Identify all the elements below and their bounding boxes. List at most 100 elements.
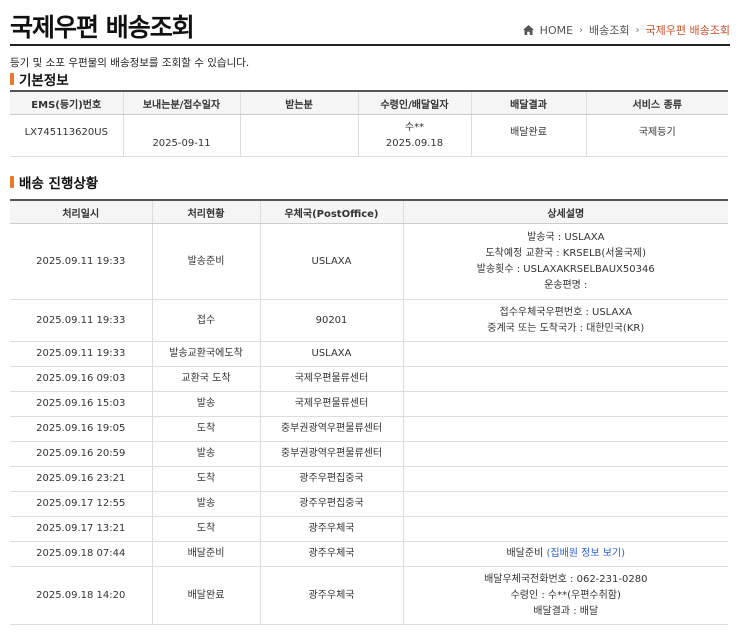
table-row: 2025.09.16 09:03 교환국 도착 국제우편물류센터 — [10, 366, 728, 392]
page-header: 국제우편 배송조회 HOME › 배송조회 › 국제우편 배송조회 — [10, 6, 730, 46]
column-header: 우체국(PostOffice) — [259, 199, 403, 224]
chevron-right-icon: › — [579, 24, 584, 36]
row-status: 도착 — [151, 416, 260, 442]
row-details: 배달준비 (집배원 정보 보기) — [402, 541, 728, 567]
breadcrumb-current: 국제우편 배송조회 — [645, 24, 730, 37]
section-progress-title: 배송 진행상황 — [10, 172, 98, 192]
receiver — [239, 114, 358, 157]
column-header: 서비스 종류 — [585, 90, 728, 115]
row-status: 접수 — [151, 299, 260, 342]
table-row: 2025.09.11 19:33 발송교환국에도착 USLAXA — [10, 341, 728, 367]
sender-date: 2025-09-11 — [122, 114, 240, 157]
column-header: 처리현황 — [151, 199, 260, 224]
table-row: 2025.09.11 19:33 접수 90201 접수우체국우편번호 : US… — [10, 299, 728, 342]
row-office: 국제우편물류센터 — [259, 366, 403, 392]
service-type: 국제등기 — [585, 114, 728, 157]
row-status: 발송준비 — [151, 223, 260, 300]
progress-table: 처리일시 처리현황 우체국(PostOffice) 상세설명 2025.09.1… — [10, 199, 728, 625]
row-office: 광주우체국 — [259, 516, 403, 542]
row-datetime: 2025.09.16 23:21 — [10, 466, 152, 492]
row-datetime: 2025.09.11 19:33 — [10, 223, 152, 300]
home-icon[interactable] — [522, 25, 534, 35]
row-datetime: 2025.09.16 15:03 — [10, 391, 152, 417]
table-row: 2025.09.16 19:05 도착 중부권광역우편물류센터 — [10, 416, 728, 442]
row-status: 발송 — [151, 441, 260, 467]
row-office: 중부권광역우편물류센터 — [259, 416, 403, 442]
detail-line: 발송국 : USLAXA — [527, 231, 605, 243]
table-row: 2025.09.18 14:20 배달완료 광주우체국 배달우체국전화번호 : … — [10, 566, 728, 625]
detail-line: 발송횟수 : USLAXAKRSELBAUX50346 — [476, 263, 655, 275]
row-details: 배달우체국전화번호 : 062-231-0280 수령인 : 수**(우편수취함… — [402, 566, 728, 625]
row-status: 발송교환국에도착 — [151, 341, 260, 367]
row-details — [402, 366, 728, 392]
table-row: 2025.09.16 20:59 발송 중부권광역우편물류센터 — [10, 441, 728, 467]
carrier-info-link[interactable]: (집배원 정보 보기) — [546, 548, 625, 559]
column-header: 받는분 — [239, 90, 358, 115]
detail-line: 배달우체국전화번호 : 062-231-0280 — [484, 573, 648, 585]
column-header: EMS(등기)번호 — [10, 90, 123, 115]
table-row: 2025.09.18 07:44 배달준비 광주우체국 배달준비 (집배원 정보… — [10, 541, 728, 567]
row-status: 교환국 도착 — [151, 366, 260, 392]
section-marker-icon — [10, 176, 14, 188]
delivery-result: 배달완료 — [470, 114, 586, 157]
row-datetime: 2025.09.16 19:05 — [10, 416, 152, 442]
column-header: 처리일시 — [10, 199, 152, 224]
row-office: 광주우체국 — [259, 566, 403, 625]
row-status: 발송 — [151, 491, 260, 517]
row-datetime: 2025.09.18 07:44 — [10, 541, 152, 567]
section-marker-icon — [10, 73, 14, 85]
table-row: 2025.09.17 13:21 도착 광주우체국 — [10, 516, 728, 542]
section-basic-info-title: 기본정보 — [10, 69, 69, 89]
detail-line: 배달결과 : 배달 — [533, 605, 599, 617]
row-status: 배달완료 — [151, 566, 260, 625]
page-title: 국제우편 배송조회 — [10, 13, 195, 42]
table-row: 2025.09.16 23:21 도착 광주우편집중국 — [10, 466, 728, 492]
breadcrumb-tracking[interactable]: 배송조회 — [589, 22, 629, 38]
breadcrumb: HOME › 배송조회 › 국제우편 배송조회 — [522, 22, 730, 38]
row-datetime: 2025.09.16 20:59 — [10, 441, 152, 467]
table-row: 2025.09.11 19:33 발송준비 USLAXA 발송국 : USLAX… — [10, 223, 728, 300]
row-details — [402, 441, 728, 467]
detail-line: 접수우체국우편번호 : USLAXA — [499, 306, 633, 318]
detail-prefix: 배달준비 — [506, 548, 544, 559]
column-header: 상세설명 — [402, 199, 728, 224]
column-header: 보내는분/접수일자 — [122, 90, 240, 115]
page-description: 등기 및 소포 우편물의 배송정보를 조회할 수 있습니다. — [10, 57, 250, 69]
row-details — [402, 516, 728, 542]
section-basic-info-label: 기본정보 — [19, 73, 69, 89]
table-row: 2025.09.17 12:55 발송 광주우편집중국 — [10, 491, 728, 517]
row-office: USLAXA — [259, 341, 403, 367]
chevron-right-icon: › — [635, 24, 640, 36]
row-datetime: 2025.09.11 19:33 — [10, 341, 152, 367]
row-office: 광주우편집중국 — [259, 466, 403, 492]
row-office: 90201 — [259, 299, 403, 342]
row-status: 도착 — [151, 516, 260, 542]
basic-info-table: EMS(등기)번호 보내는분/접수일자 받는분 수령인/배달일자 배달결과 서비… — [10, 90, 728, 157]
row-datetime: 2025.09.11 19:33 — [10, 299, 152, 342]
recipient-date: 2025.09.18 — [385, 137, 444, 149]
row-office: USLAXA — [259, 223, 403, 300]
column-header: 수령인/배달일자 — [357, 90, 471, 115]
row-details — [402, 391, 728, 417]
column-header: 배달결과 — [470, 90, 586, 115]
detail-line: 수령인 : 수**(우편수취함) — [510, 589, 621, 601]
table-row: 2025.09.16 15:03 발송 국제우편물류센터 — [10, 391, 728, 417]
row-details — [402, 491, 728, 517]
detail-line: 중계국 또는 도착국가 : 대한민국(KR) — [487, 322, 645, 334]
row-datetime: 2025.09.17 13:21 — [10, 516, 152, 542]
table-row: LX745113620US 2025-09-11 수** 2025.09.18 … — [10, 114, 728, 157]
row-office: 광주우편집중국 — [259, 491, 403, 517]
row-details — [402, 341, 728, 367]
row-status: 도착 — [151, 466, 260, 492]
detail-line: 운송편명 : — [544, 279, 588, 291]
detail-line: 도착예정 교환국 : KRSELB(서울국제) — [485, 247, 646, 259]
row-status: 배달준비 — [151, 541, 260, 567]
recipient-name: 수** — [404, 121, 425, 133]
row-datetime: 2025.09.18 14:20 — [10, 566, 152, 625]
section-progress-label: 배송 진행상황 — [19, 176, 99, 192]
recipient-cell: 수** 2025.09.18 — [357, 114, 471, 157]
row-details: 접수우체국우편번호 : USLAXA 중계국 또는 도착국가 : 대한민국(KR… — [402, 299, 728, 342]
row-status: 발송 — [151, 391, 260, 417]
row-datetime: 2025.09.16 09:03 — [10, 366, 152, 392]
breadcrumb-home[interactable]: HOME — [540, 24, 573, 37]
